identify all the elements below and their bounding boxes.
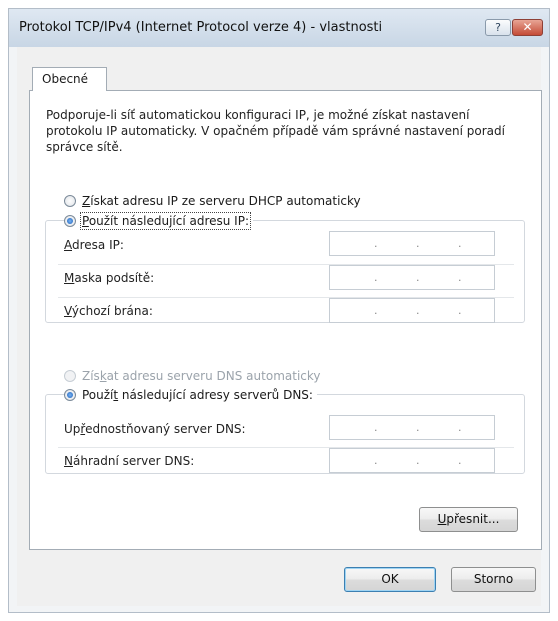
alternate-dns-input[interactable]: ... [329, 448, 495, 473]
window-title: Protokol TCP/IPv4 (Internet Protocol ver… [19, 20, 383, 35]
radio-obtain-dns-auto-label: Získat adresu serveru DNS automaticky [82, 369, 321, 383]
radio-use-dns[interactable]: Použít následující adresy serverů DNS: [64, 388, 317, 402]
radio-obtain-dns-auto-circle[interactable] [64, 370, 76, 382]
radio-use-ip[interactable]: Použít následující adresu IP: [64, 212, 253, 230]
subnet-mask-label: Maska podsítě: [64, 271, 155, 285]
close-button[interactable]: ✕ [512, 19, 543, 36]
tab-general-label: Obecné [42, 72, 89, 86]
ip-address-label: Adresa IP: [64, 238, 124, 252]
default-gateway-input[interactable]: ... [329, 298, 495, 323]
default-gateway-label: Výchozí brána: [64, 304, 153, 318]
cancel-button[interactable]: Storno [451, 567, 536, 592]
alternate-dns-label: Náhradní server DNS: [64, 454, 195, 468]
subnet-mask-input[interactable]: ... [329, 265, 495, 290]
description-text: Podporuje-li síť automatickou konfigurac… [46, 108, 505, 154]
close-icon: ✕ [522, 20, 533, 34]
radio-use-dns-label: Použít následující adresy serverů DNS: [82, 388, 313, 402]
radio-obtain-dns-auto[interactable]: Získat adresu serveru DNS automaticky [64, 369, 321, 383]
dns-settings-group: Upřednostňovaný server DNS: ... Náhradní… [45, 394, 525, 474]
dialog-body: Obecné Podporuje-li síť automatickou kon… [17, 47, 542, 606]
title-bar[interactable]: Protokol TCP/IPv4 (Internet Protocol ver… [9, 9, 549, 47]
radio-obtain-ip-auto-label: Získat adresu IP ze serveru DHCP automat… [82, 194, 361, 208]
preferred-dns-label: Upřednostňovaný server DNS: [64, 422, 246, 436]
radio-obtain-ip-auto[interactable]: Získat adresu IP ze serveru DHCP automat… [64, 194, 361, 208]
help-icon: ? [495, 21, 501, 34]
help-button[interactable]: ? [485, 19, 511, 36]
advanced-button[interactable]: Upřesnit... [419, 507, 518, 532]
ip-settings-group: Adresa IP: ... Maska podsítě: ... Výchoz… [45, 220, 525, 323]
radio-use-ip-label: Použít následující adresu IP: [80, 212, 251, 230]
radio-obtain-ip-auto-circle[interactable] [64, 195, 76, 207]
dialog-window: Protokol TCP/IPv4 (Internet Protocol ver… [8, 8, 550, 613]
tab-general[interactable]: Obecné [32, 67, 107, 91]
general-tab-panel: Podporuje-li síť automatickou konfigurac… [29, 90, 542, 550]
ip-address-input[interactable]: ... [329, 231, 495, 256]
preferred-dns-input[interactable]: ... [329, 415, 495, 440]
radio-use-dns-circle[interactable] [64, 389, 76, 401]
ok-button[interactable]: OK [344, 567, 436, 592]
radio-use-ip-circle[interactable] [64, 215, 76, 227]
